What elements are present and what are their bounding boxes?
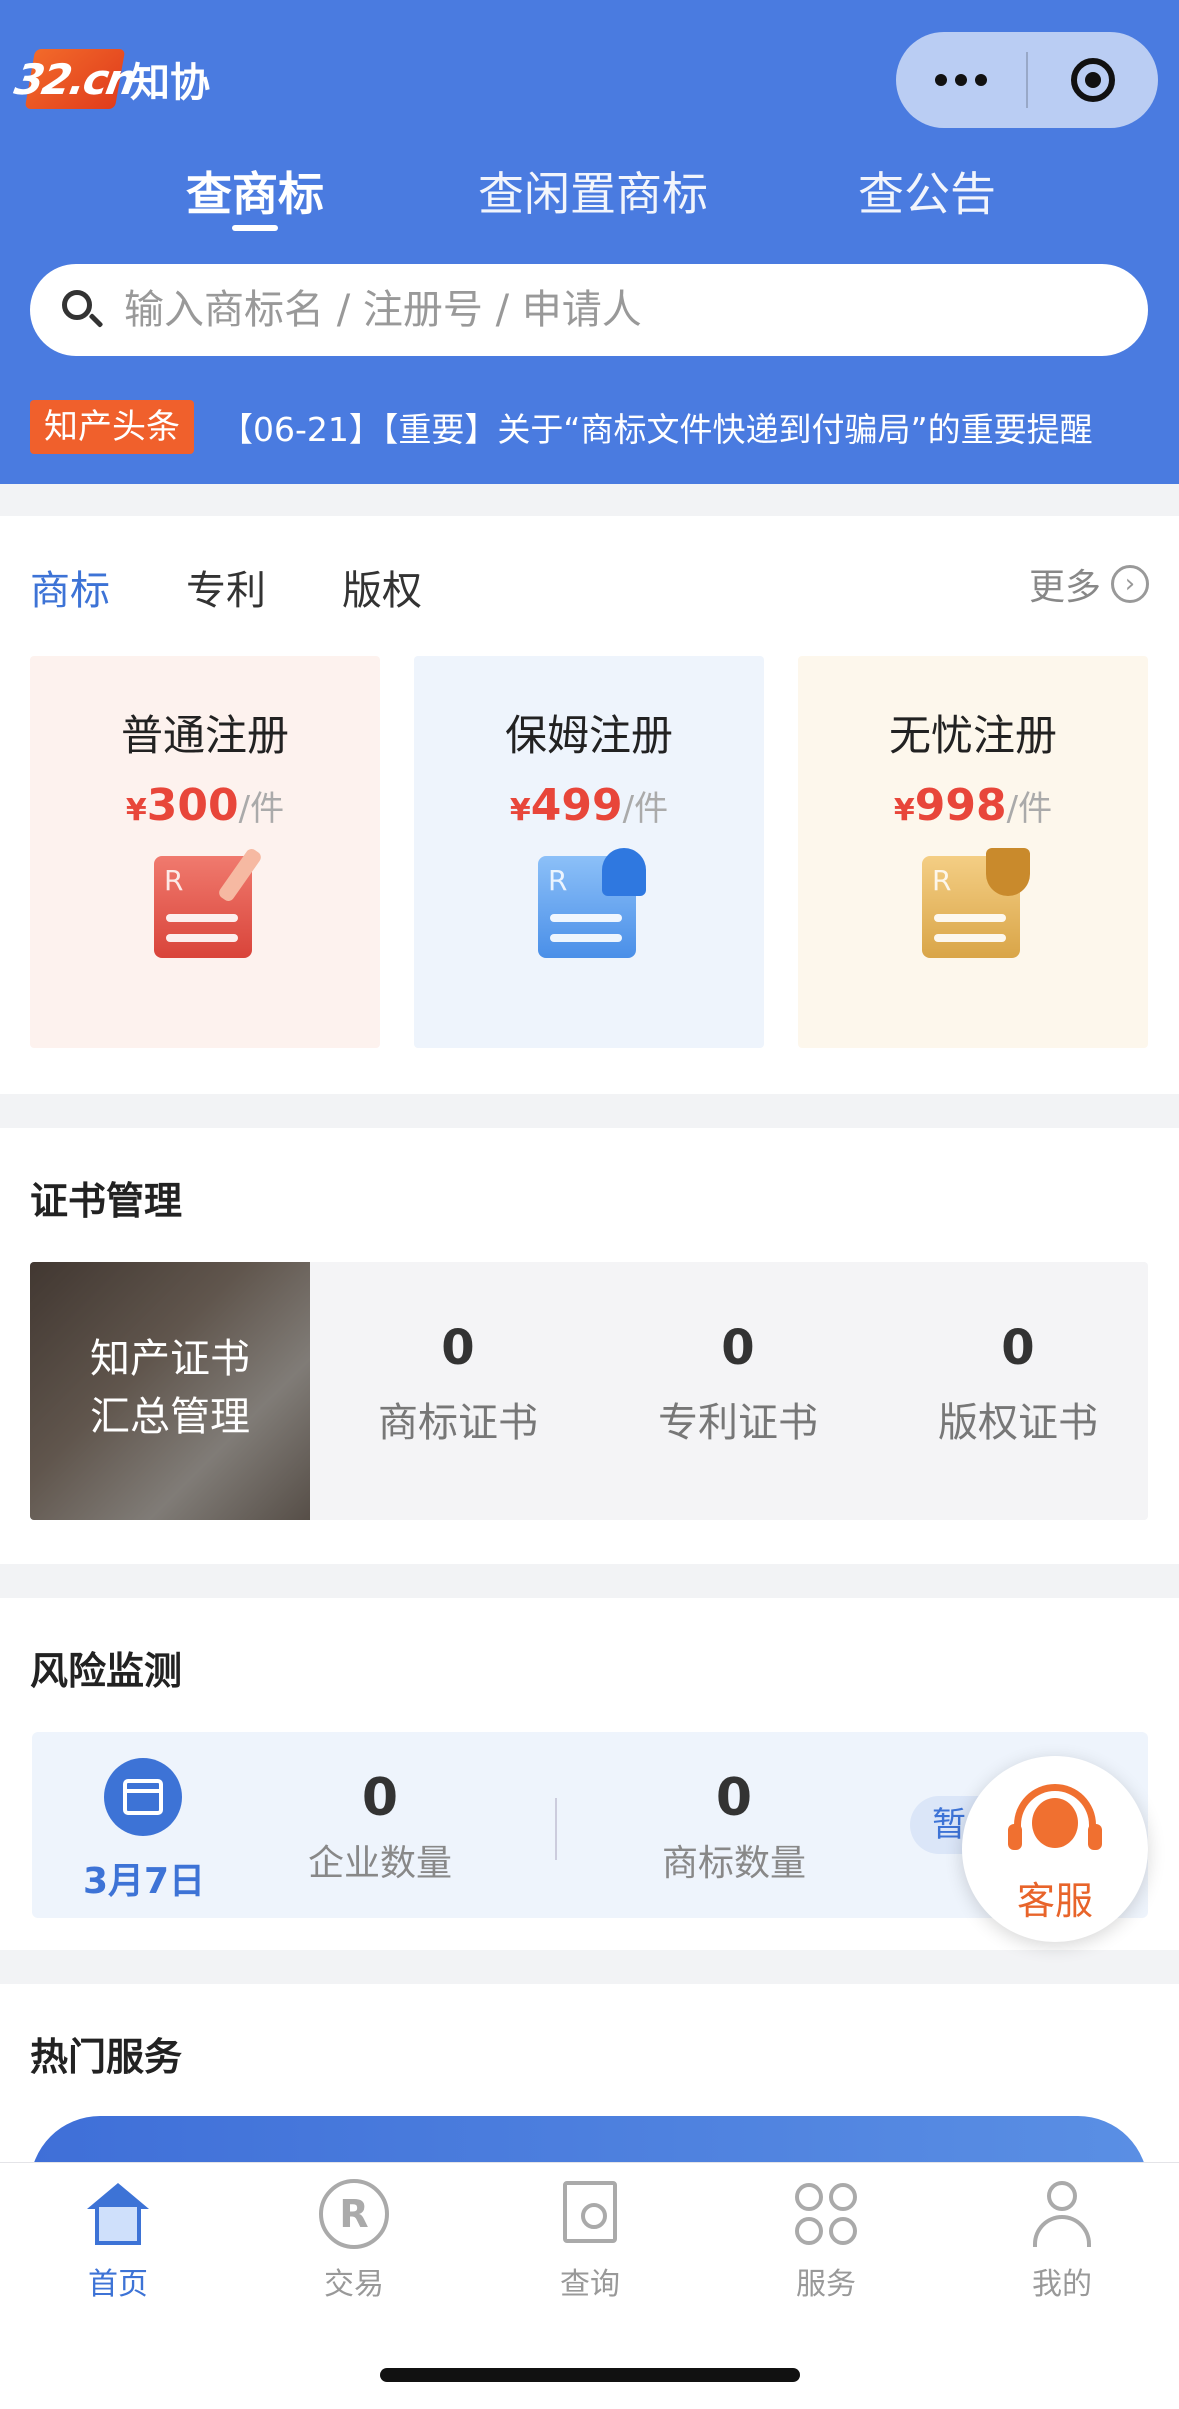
certificate-banner-image[interactable]: 知产证书 汇总管理 bbox=[30, 1262, 310, 1520]
tab-copyright[interactable]: 版权 bbox=[342, 558, 422, 616]
package-price: ¥998/件 bbox=[893, 780, 1053, 831]
tab-trademark[interactable]: 商标 bbox=[30, 558, 110, 616]
more-dots-icon bbox=[935, 74, 987, 86]
stat-value: 0 bbox=[1001, 1320, 1035, 1376]
certificate-section: 证书管理 知产证书 汇总管理 0 商标证书 0 专利证书 0 版权证书 bbox=[0, 1128, 1179, 1564]
tabbar-item-profile[interactable]: 我的 bbox=[944, 2179, 1179, 2303]
package-name: 保姆注册 bbox=[504, 711, 673, 760]
package-standard[interactable]: 普通注册 ¥300/件 R bbox=[30, 656, 380, 1048]
package-name: 无忧注册 bbox=[888, 711, 1057, 760]
stat-value: 0 bbox=[715, 1768, 753, 1828]
tabbar-item-services[interactable]: 服务 bbox=[708, 2179, 944, 2303]
search-bar[interactable] bbox=[30, 264, 1148, 356]
profile-icon bbox=[1027, 2179, 1097, 2249]
certificate-summary[interactable]: 知产证书 汇总管理 0 商标证书 0 专利证书 0 版权证书 bbox=[30, 1262, 1148, 1520]
home-icon bbox=[83, 2179, 153, 2249]
news-tag: 知产头条 bbox=[30, 400, 194, 454]
more-menu-button[interactable] bbox=[896, 32, 1026, 128]
stat-value: 0 bbox=[721, 1320, 755, 1376]
search-type-tabs: 查商标 查闲置商标 查公告 bbox=[0, 158, 1179, 238]
calendar-icon bbox=[104, 1758, 182, 1836]
stat-trademark-count[interactable]: 0 商标数量 bbox=[634, 1768, 834, 1886]
stat-value: 0 bbox=[441, 1320, 475, 1376]
trade-icon: R bbox=[319, 2179, 389, 2249]
news-headline[interactable]: 【06-21】【重要】关于“商标文件快递到付骗局”的重要提醒 bbox=[220, 403, 1093, 451]
stat-divider bbox=[555, 1798, 557, 1860]
customer-service-label: 客服 bbox=[1016, 1879, 1093, 1923]
close-miniprogram-button[interactable] bbox=[1028, 32, 1158, 128]
stat-patent-certificates[interactable]: 0 专利证书 bbox=[598, 1320, 878, 1448]
document-user-icon: R bbox=[538, 848, 646, 958]
tabbar-label: 交易 bbox=[324, 2267, 384, 2302]
tabbar-label: 首页 bbox=[88, 2267, 148, 2302]
stat-copyright-certificates[interactable]: 0 版权证书 bbox=[878, 1320, 1148, 1448]
document-edit-icon: R bbox=[154, 846, 264, 958]
headset-agent-icon bbox=[1008, 1784, 1102, 1866]
registration-card: 商标 专利 版权 更多 › 普通注册 ¥300/件 R 保姆注册 ¥499/件 … bbox=[0, 516, 1179, 1094]
tabbar-label: 服务 bbox=[796, 2267, 856, 2302]
section-title: 热门服务 bbox=[30, 2035, 183, 2079]
customer-service-button[interactable]: 客服 bbox=[962, 1756, 1148, 1942]
tab-search-announcement[interactable]: 查公告 bbox=[858, 158, 996, 224]
stat-label: 版权证书 bbox=[938, 1400, 1098, 1446]
tabbar-item-trade[interactable]: R 交易 bbox=[236, 2179, 472, 2303]
stat-label: 商标证书 bbox=[378, 1400, 538, 1446]
section-title: 证书管理 bbox=[30, 1179, 183, 1223]
header: 32.cn 知协 查商标 查闲置商标 查公告 知产头条 【06-21】【重要】关… bbox=[0, 0, 1179, 484]
stat-label: 专利证书 bbox=[658, 1400, 818, 1446]
package-worry-free[interactable]: 无忧注册 ¥998/件 R bbox=[798, 656, 1148, 1048]
active-tab-indicator bbox=[232, 225, 278, 231]
chevron-right-circle-icon: › bbox=[1111, 565, 1149, 603]
section-title: 风险监测 bbox=[30, 1649, 183, 1693]
app-logo: 32.cn 知协 bbox=[11, 44, 210, 114]
more-label: 更多 bbox=[1028, 567, 1101, 608]
hot-services-section: 热门服务 bbox=[0, 1984, 1179, 2164]
package-price: ¥499/件 bbox=[509, 780, 669, 831]
stat-value: 0 bbox=[361, 1768, 399, 1828]
stat-label: 商标数量 bbox=[661, 1843, 806, 1884]
stat-trademark-certificates[interactable]: 0 商标证书 bbox=[318, 1320, 598, 1448]
hot-service-banner[interactable] bbox=[30, 2116, 1148, 2164]
certificate-banner-text: 知产证书 汇总管理 bbox=[90, 1336, 250, 1440]
tabbar-label: 我的 bbox=[1032, 2267, 1092, 2302]
tab-search-trademark[interactable]: 查商标 bbox=[186, 158, 324, 224]
stat-enterprise-count[interactable]: 0 企业数量 bbox=[280, 1768, 480, 1886]
tab-search-idle-trademark[interactable]: 查闲置商标 bbox=[478, 158, 708, 224]
target-icon bbox=[1071, 58, 1115, 102]
document-shield-icon: R bbox=[922, 848, 1030, 958]
tabbar-item-query[interactable]: 查询 bbox=[472, 2179, 708, 2303]
stat-label: 企业数量 bbox=[307, 1843, 452, 1884]
tab-patent[interactable]: 专利 bbox=[186, 558, 266, 616]
package-price: ¥300/件 bbox=[125, 780, 285, 831]
tabbar-label: 查询 bbox=[560, 2267, 620, 2302]
search-icon bbox=[62, 290, 104, 330]
monitor-date: 3月7日 bbox=[82, 1861, 206, 1902]
miniprogram-capsule bbox=[896, 32, 1158, 128]
news-ticker[interactable]: 知产头条 【06-21】【重要】关于“商标文件快递到付骗局”的重要提醒 bbox=[30, 400, 1093, 454]
logo-text: 知协 bbox=[130, 60, 210, 106]
package-nanny[interactable]: 保姆注册 ¥499/件 R bbox=[414, 656, 764, 1048]
logo-mark: 32.cn bbox=[11, 49, 139, 109]
package-name: 普通注册 bbox=[120, 711, 289, 760]
more-link[interactable]: 更多 › bbox=[1029, 558, 1149, 610]
services-icon bbox=[791, 2179, 861, 2249]
search-input[interactable] bbox=[122, 286, 1106, 334]
query-icon bbox=[555, 2179, 625, 2249]
home-indicator bbox=[380, 2368, 800, 2382]
tabbar-item-home[interactable]: 首页 bbox=[0, 2179, 236, 2303]
